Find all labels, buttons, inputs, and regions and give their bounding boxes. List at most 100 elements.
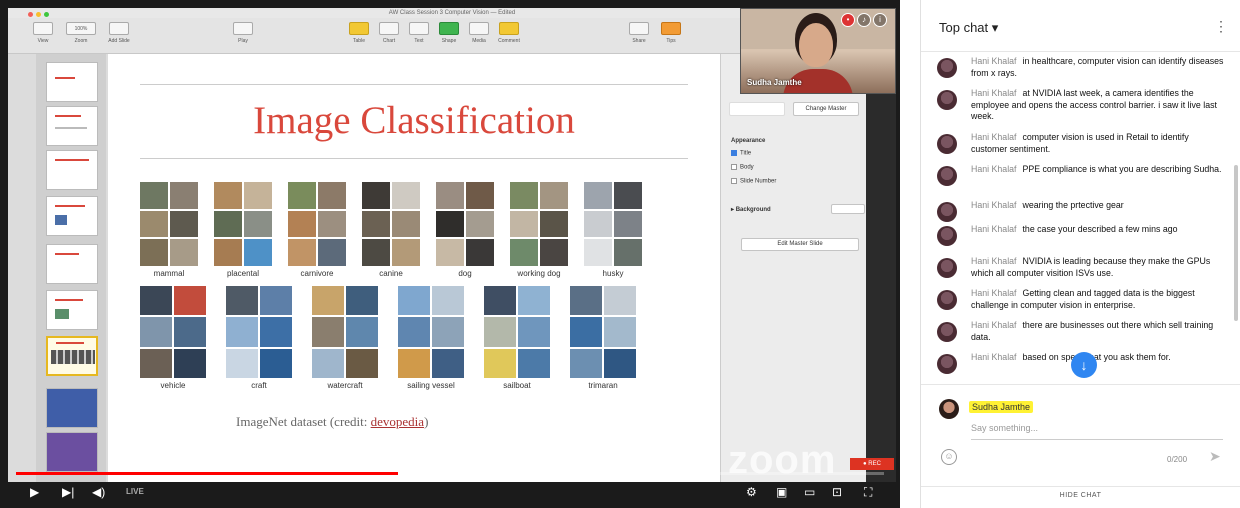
shape-button[interactable]: Shape [434, 22, 464, 44]
chat-input[interactable]: Say something... [971, 423, 1038, 433]
slide-number-checkbox[interactable]: Slide Number [731, 178, 776, 185]
comment-button[interactable]: Comment [494, 22, 524, 44]
scroll-down-button[interactable]: ↓ [1071, 352, 1097, 378]
avatar[interactable] [937, 202, 957, 222]
text-button[interactable]: Text [404, 22, 434, 44]
tips-button[interactable]: Tips [656, 22, 686, 44]
credit-link[interactable]: devopedia [371, 414, 424, 429]
video-player[interactable]: AW Class Session 3 Computer Vision — Edi… [0, 0, 900, 508]
media-button[interactable]: Media [464, 22, 494, 44]
chat-scrollbar[interactable] [1234, 165, 1238, 321]
hide-chat-button[interactable]: HIDE CHAT [921, 486, 1240, 508]
slide-thumbnail[interactable] [46, 196, 98, 236]
image-group: carnivore [288, 182, 346, 278]
background-heading: ▸ Background [731, 207, 771, 213]
slide-rule-top [140, 84, 688, 85]
avatar[interactable] [937, 226, 957, 246]
avatar[interactable] [937, 354, 957, 374]
next-icon[interactable]: ▶| [62, 484, 74, 500]
minimize-dot-icon[interactable] [36, 12, 41, 17]
speaker-name: Sudha Jamthe [747, 78, 802, 87]
user-avatar [939, 399, 959, 419]
checkbox-icon[interactable] [731, 178, 737, 184]
avatar[interactable] [937, 166, 957, 186]
window-title: AW Class Session 3 Computer Vision — Edi… [388, 10, 516, 16]
info-icon[interactable]: i [873, 13, 887, 27]
fullscreen-icon[interactable]: ⛶ [864, 484, 872, 500]
chat-message: Hani Khalaf wearing the prtective gear [937, 200, 1227, 222]
chat-message: Hani Khalaf Getting clean and tagged data… [937, 288, 1227, 311]
slide-thumbnail[interactable] [46, 290, 98, 330]
image-group: mammal [140, 182, 198, 278]
avatar[interactable] [937, 322, 957, 342]
chart-button[interactable]: Chart [374, 22, 404, 44]
avatar[interactable] [937, 58, 957, 78]
video-frame: AW Class Session 3 Computer Vision — Edi… [8, 8, 896, 482]
theater-mode-icon[interactable]: ▭ [804, 484, 815, 500]
table-button[interactable]: Table [344, 22, 374, 44]
vehicle-image-grid [398, 286, 464, 378]
image-group: watercraft [312, 286, 378, 390]
play-icon[interactable]: ▶ [30, 484, 39, 500]
top-chat-dropdown[interactable]: Top chat ▾ [939, 20, 998, 36]
slide-thumbnail[interactable] [46, 150, 98, 190]
image-group: canine [362, 182, 420, 278]
progress-bar[interactable] [16, 472, 884, 475]
checkbox-icon[interactable] [731, 150, 737, 156]
taxonomy-label: mammal [153, 269, 185, 278]
maximize-dot-icon[interactable] [44, 12, 49, 17]
emoji-icon[interactable]: ☺ [941, 449, 957, 465]
taxonomy-label: carnivore [300, 269, 334, 278]
add-slide-button[interactable]: Add Slide [104, 22, 134, 44]
avatar[interactable] [937, 290, 957, 310]
share-button[interactable]: Share [624, 22, 654, 44]
progress-fill [16, 472, 398, 475]
title-checkbox[interactable]: Title [731, 150, 751, 157]
live-chat-panel: Top chat ▾ ⋮ Hani Khalaf in healthcare, c… [920, 0, 1240, 508]
avatar[interactable] [937, 90, 957, 110]
taxonomy-label: dog [458, 269, 472, 278]
animal-image-grid [288, 182, 346, 266]
record-icon[interactable]: • [841, 13, 855, 27]
slide-thumbnail[interactable] [46, 62, 98, 102]
avatar[interactable] [937, 258, 957, 278]
chat-composer: Sudha Jamthe Say something... ☺ 0/200 ➤ [921, 384, 1240, 486]
slide-thumbnail[interactable] [46, 244, 98, 284]
screen-edge [866, 54, 896, 482]
taxonomy-label: working dog [517, 269, 561, 278]
cast-icon[interactable]: ⊡ [832, 484, 842, 500]
slide-thumbnail[interactable] [46, 106, 98, 146]
more-options-icon[interactable]: ⋮ [1214, 18, 1228, 35]
avatar[interactable] [937, 134, 957, 154]
slide-thumbnail[interactable] [46, 432, 98, 472]
volume-icon[interactable]: ◀) [92, 484, 105, 500]
slide-thumbnail[interactable] [46, 388, 98, 428]
image-group: sailing vessel [398, 286, 464, 390]
chat-message: Hani Khalaf NVIDIA is leading because the… [937, 256, 1227, 279]
settings-gear-icon[interactable]: ⚙ [746, 484, 757, 500]
send-icon[interactable]: ➤ [1209, 448, 1221, 465]
slide-thumbnail-selected[interactable] [46, 336, 98, 376]
slide-navigator[interactable] [36, 54, 106, 482]
view-button[interactable]: View [28, 22, 58, 44]
edit-master-slide-button[interactable]: Edit Master Slide [741, 238, 859, 251]
body-checkbox[interactable]: Body [731, 164, 754, 171]
caret-down-icon: ▾ [991, 20, 999, 35]
chat-messages[interactable]: Hani Khalaf in healthcare, computer visio… [921, 52, 1233, 384]
checkbox-icon[interactable] [731, 164, 737, 170]
change-master-button[interactable]: Change Master [793, 102, 859, 116]
zoom-button[interactable]: 100% Zoom [64, 22, 98, 44]
chat-message: Hani Khalaf computer vision is used in Re… [937, 132, 1227, 155]
inspector-blank-button[interactable] [729, 102, 785, 116]
taxonomy-label: placental [226, 269, 260, 278]
close-dot-icon[interactable] [28, 12, 33, 17]
format-inspector: Change Master Appearance Title Body Slid… [720, 54, 866, 482]
slide-title: Image Classification [253, 99, 575, 142]
miniplayer-icon[interactable]: ▣ [776, 484, 787, 500]
play-button[interactable]: Play [228, 22, 258, 44]
background-fill-dropdown[interactable] [831, 204, 865, 214]
speaker-webcam: • ♪ i Sudha Jamthe [740, 8, 896, 94]
animal-image-grid [584, 182, 642, 266]
image-group: working dog [510, 182, 568, 278]
mic-icon[interactable]: ♪ [857, 13, 871, 27]
